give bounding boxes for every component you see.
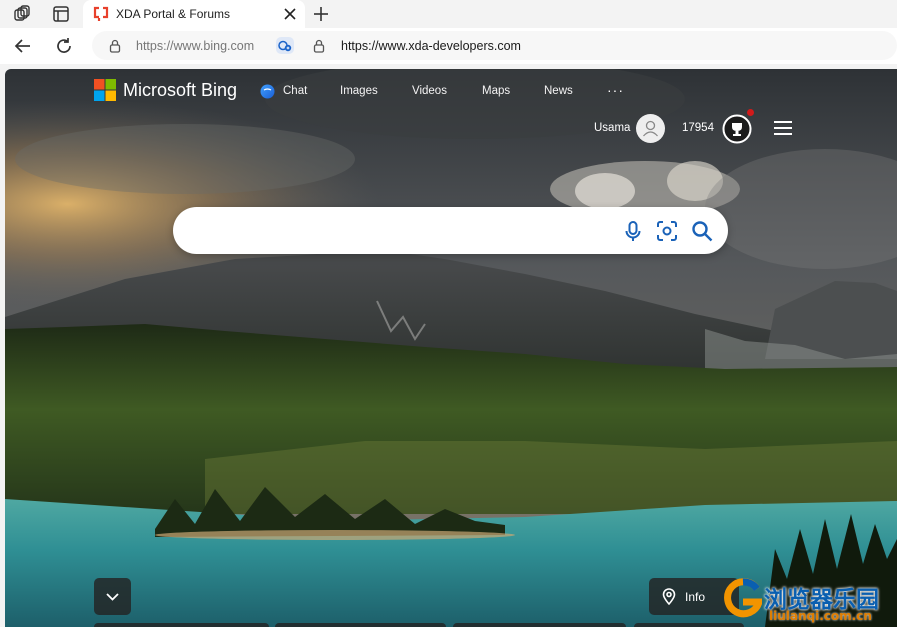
new-tab-icon[interactable] [312, 5, 330, 23]
expand-feed-button[interactable] [94, 578, 131, 615]
site-lock-icon[interactable] [313, 39, 325, 53]
bing-homepage: Microsoft Bing Chat Images Videos Maps N… [5, 69, 897, 627]
site-watermark: 浏览器乐园 liulanqi.com.cn [720, 575, 897, 627]
chevron-down-icon [105, 590, 120, 603]
user-name[interactable]: Usama [594, 122, 630, 134]
location-pin-icon [662, 588, 676, 605]
search-input[interactable] [195, 219, 609, 243]
search-icon[interactable] [690, 219, 714, 243]
address-bar[interactable]: https://www.bing.com https://www.xda-dev… [92, 31, 897, 60]
feed-card[interactable] [453, 623, 626, 627]
url-text[interactable]: https://www.xda-developers.com [341, 39, 521, 53]
feed-card[interactable] [94, 623, 269, 627]
copilot-chat-icon[interactable] [260, 84, 275, 99]
browser-toolbar: https://www.bing.com https://www.xda-dev… [0, 28, 897, 64]
nav-images-link[interactable]: Images [340, 85, 378, 97]
tab-title: XDA Portal & Forums [116, 7, 231, 21]
previous-url: https://www.bing.com [136, 39, 255, 53]
tab-strip: XDA Portal & Forums [0, 0, 897, 28]
xda-favicon-icon [93, 6, 109, 22]
rewards-points[interactable]: 17954 [682, 122, 714, 134]
rewards-notification-dot [747, 109, 754, 116]
workspaces-icon[interactable] [12, 4, 32, 24]
close-tab-icon[interactable] [283, 7, 297, 21]
nav-maps-link[interactable]: Maps [482, 85, 510, 97]
lock-icon [109, 39, 121, 53]
tab-actions-icon[interactable] [51, 4, 71, 24]
info-label: Info [685, 590, 706, 604]
hamburger-menu-icon[interactable] [773, 120, 793, 136]
rewards-trophy-icon[interactable] [722, 114, 752, 144]
nav-videos-link[interactable]: Videos [412, 85, 447, 97]
back-arrow-icon[interactable] [14, 37, 32, 55]
feed-card[interactable] [275, 623, 446, 627]
user-avatar-icon[interactable] [636, 114, 665, 143]
bing-logo-text: Microsoft Bing [123, 80, 238, 100]
nav-news-link[interactable]: News [544, 85, 573, 97]
refresh-icon[interactable] [55, 37, 73, 55]
watermark-domain: liulanqi.com.cn [769, 609, 872, 623]
visual-search-icon[interactable] [655, 219, 679, 243]
tab-active[interactable]: XDA Portal & Forums [83, 0, 305, 28]
microphone-icon[interactable] [621, 219, 645, 243]
watermark-logo-icon [724, 578, 762, 618]
search-box [173, 207, 728, 254]
microsoft-logo-icon [94, 79, 116, 101]
landscape-wallpaper [5, 69, 897, 627]
nav-chat-link[interactable]: Chat [283, 85, 307, 97]
edge-workspace-chip-icon[interactable] [276, 37, 294, 54]
more-nav-icon[interactable]: ··· [607, 82, 624, 98]
